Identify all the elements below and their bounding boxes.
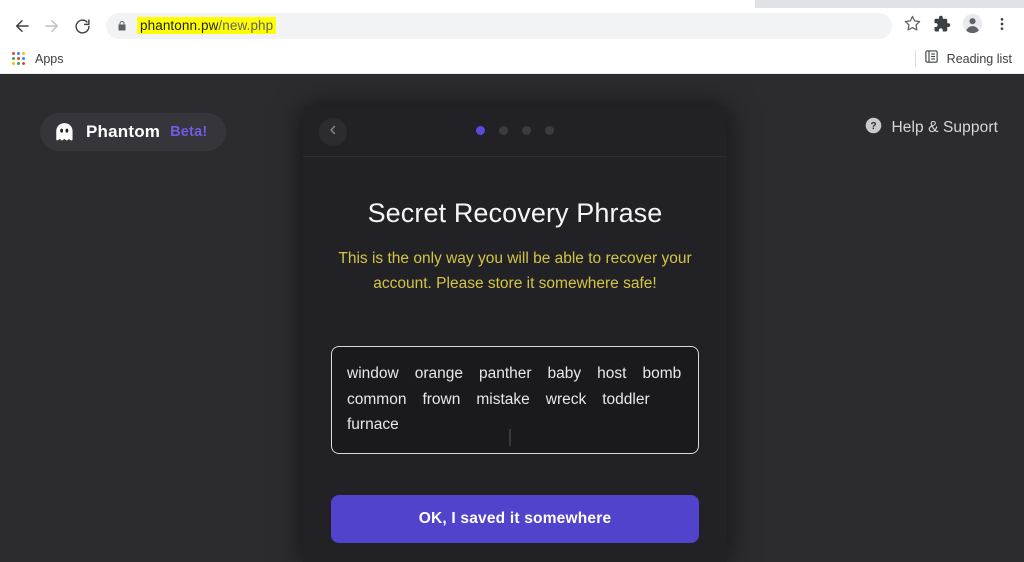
seed-word: host — [597, 365, 627, 383]
warning-text: This is the only way you will be able to… — [338, 250, 692, 293]
puzzle-piece-icon — [933, 15, 951, 38]
reload-icon — [74, 18, 91, 35]
reading-list-label: Reading list — [946, 51, 1012, 66]
phantom-brand-name: Phantom — [86, 122, 161, 141]
reading-list-icon — [924, 49, 939, 69]
modal-header — [303, 107, 727, 157]
pagination-dot-2[interactable] — [499, 126, 508, 135]
seed-word: baby — [547, 365, 582, 383]
bookmarks-divider — [914, 50, 916, 67]
phantom-brand[interactable]: Phantom Beta! — [40, 113, 227, 151]
modal-body: Secret Recovery Phrase This is the only … — [303, 198, 727, 543]
star-icon — [904, 15, 921, 37]
pagination-dot-3[interactable] — [522, 126, 531, 135]
phantom-ghost-icon — [53, 121, 76, 144]
recovery-phrase-modal: Secret Recovery Phrase This is the only … — [303, 107, 727, 562]
help-support-link[interactable]: ? Help & Support — [865, 117, 998, 139]
confirm-saved-button[interactable]: OK, I saved it somewhere — [331, 494, 699, 543]
browser-tab-strip[interactable] — [0, 0, 1024, 8]
pagination-dot-4[interactable] — [545, 126, 554, 135]
bookmarks-bar: Apps Reading list — [0, 44, 1024, 74]
bookmarks-bar-right: Reading list — [914, 49, 1014, 69]
chrome-menu-button[interactable] — [988, 12, 1016, 40]
forward-button[interactable] — [38, 12, 66, 40]
question-circle-icon: ? — [865, 117, 882, 139]
seed-phrase-word-list: window orange panther baby host bomb com… — [347, 362, 683, 437]
profile-avatar-icon — [962, 13, 983, 39]
arrow-left-icon — [13, 17, 31, 35]
reading-list-button[interactable]: Reading list — [924, 49, 1012, 69]
text-cursor-icon — [509, 428, 511, 446]
url-text: phantonn.pw/new.php — [137, 16, 277, 34]
three-dot-menu-icon — [994, 16, 1010, 37]
seed-word: bomb — [642, 365, 682, 383]
page-content: Phantom Beta! ? Help & Support Secret Re… — [0, 75, 1024, 562]
url-path: /new.php — [218, 17, 274, 33]
seed-word: common — [347, 390, 407, 408]
seed-word: toddler — [602, 390, 650, 408]
seed-word: frown — [422, 390, 461, 408]
back-button[interactable] — [8, 12, 36, 40]
arrow-right-icon — [43, 17, 61, 35]
toolbar-right-actions — [898, 12, 1016, 40]
extensions-button[interactable] — [928, 12, 956, 40]
step-pagination-dots — [303, 126, 727, 135]
apps-shortcut[interactable]: Apps — [10, 51, 64, 67]
seed-word: panther — [478, 365, 532, 383]
seed-phrase-box[interactable]: window orange panther baby host bomb com… — [331, 346, 699, 454]
address-bar[interactable]: phantonn.pw/new.php — [106, 13, 892, 39]
active-tab[interactable] — [0, 0, 755, 8]
browser-toolbar: phantonn.pw/new.php — [0, 8, 1024, 44]
url-domain: phantonn.pw — [140, 17, 219, 33]
page-title: Secret Recovery Phrase — [367, 198, 663, 228]
svg-text:?: ? — [871, 121, 877, 132]
lock-icon — [116, 20, 128, 32]
help-support-label: Help & Support — [891, 119, 998, 136]
profile-button[interactable] — [958, 12, 986, 40]
pagination-dot-1[interactable] — [476, 126, 485, 135]
phantom-beta-badge: Beta! — [170, 124, 208, 140]
apps-label: Apps — [35, 51, 64, 66]
reload-button[interactable] — [68, 12, 96, 40]
seed-word: mistake — [476, 390, 530, 408]
seed-word: window — [347, 365, 399, 383]
apps-grid-icon — [10, 51, 26, 67]
seed-word: orange — [414, 365, 463, 383]
seed-word: wreck — [545, 390, 587, 408]
bookmark-star-button[interactable] — [898, 12, 926, 40]
seed-word: furnace — [347, 416, 399, 434]
